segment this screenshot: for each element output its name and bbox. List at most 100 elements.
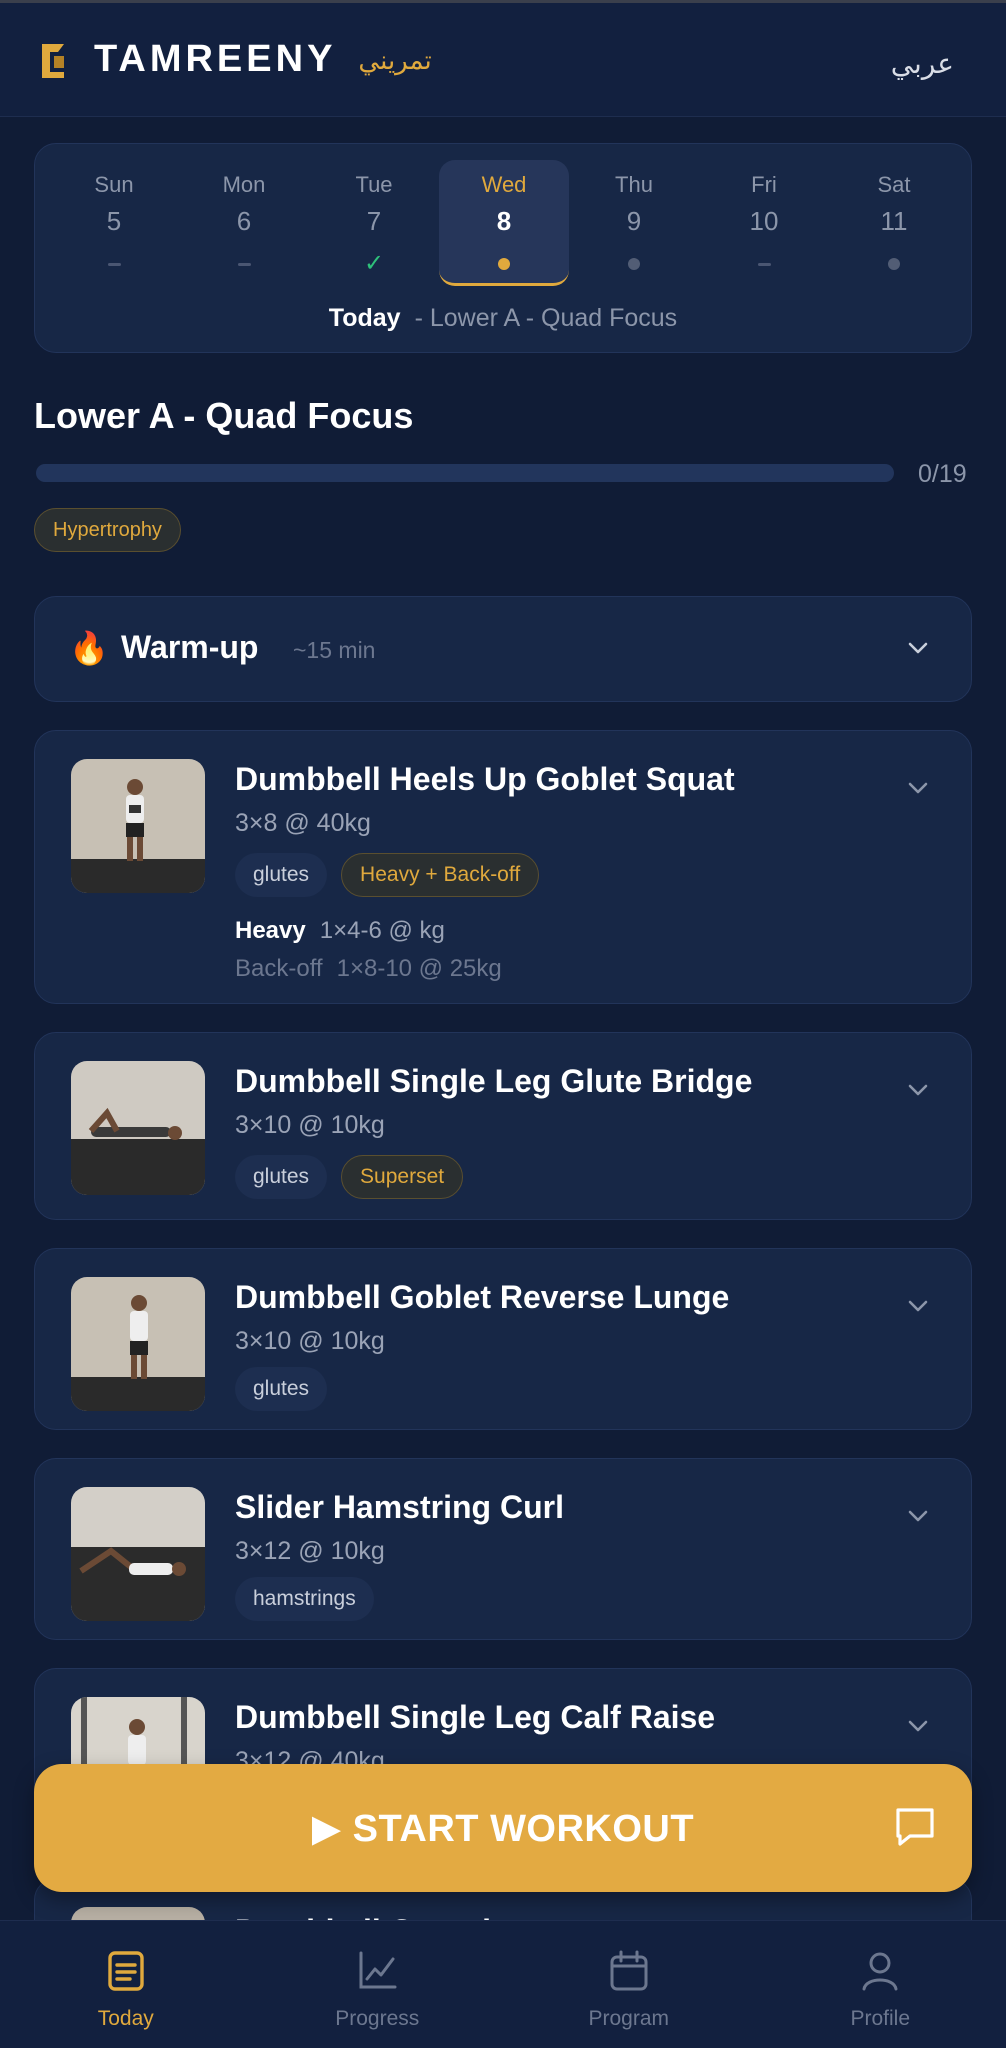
day-date: 6 [236,206,252,236]
heavy-set-line: Heavy 1×4-6 @ kg [235,917,445,945]
today-icon [108,1951,144,1991]
chevron-down-icon[interactable] [907,1295,929,1317]
day-date: 11 [880,206,908,236]
chevron-down-icon[interactable] [907,1715,929,1737]
checkmark-icon: ✓ [363,250,385,277]
heavy-value: 1×4-6 @ kg [319,917,445,944]
backoff-set-line: Back-off 1×8-10 @ 25kg [235,955,502,983]
exercise-tags: glutes Heavy + Back-off [235,853,540,897]
day-name: Sat [877,172,911,197]
exercise-scheme: 3×12 @ 10kg [235,1537,385,1565]
nav-today[interactable]: Today [0,1921,252,2048]
exercise-tags: glutes Superset [235,1155,464,1199]
nav-profile[interactable]: Profile [755,1921,1006,2048]
set-type-tag: Superset [341,1155,464,1199]
day-status-rest [699,252,829,276]
exercise-scheme: 3×10 @ 10kg [235,1327,385,1355]
warmup-duration: ~15 min [293,637,376,663]
nav-label: Today [97,2007,154,2030]
day-wed[interactable]: Wed 8 [439,160,569,286]
chat-icon[interactable] [892,1804,938,1850]
exercise-thumbnail [71,1277,205,1411]
app-header: TAMREENY تمريني عربي [0,3,1006,117]
muscle-tag: glutes [235,853,328,897]
day-status-scheduled [569,252,699,276]
day-name: Thu [615,172,653,197]
day-date: 10 [749,206,779,236]
warmup-label: Warm-up [121,629,259,665]
day-tue[interactable]: Tue 7 ✓ [309,160,439,286]
start-workout-button[interactable]: ▶ START WORKOUT [34,1764,972,1892]
backoff-value: 1×8-10 @ 25kg [336,955,502,982]
brand-name-arabic: تمريني [358,45,432,75]
exercise-card[interactable]: Dumbbell Heels Up Goblet Squat 3×8 @ 40k… [34,730,972,1004]
day-name: Fri [751,172,777,197]
exercise-card[interactable]: Dumbbell Single Leg Glute Bridge 3×10 @ … [34,1032,972,1220]
week-calendar: Sun 5 Mon 6 Tue 7 ✓ Wed 8 Thu 9 Fri 10 S… [34,143,972,353]
exercise-thumbnail [71,759,205,893]
backoff-label: Back-off [235,955,323,982]
day-sat[interactable]: Sat 11 [829,160,959,286]
exercise-thumbnail [71,1061,205,1195]
language-toggle[interactable]: عربي [891,47,954,80]
exercise-name: Dumbbell Goblet Reverse Lunge [235,1279,730,1315]
exercise-name: Dumbbell Single Leg Calf Raise [235,1699,716,1735]
workout-progress-text: 0/19 [918,460,967,488]
user-icon [862,1952,898,1991]
chevron-down-icon[interactable] [907,637,929,659]
day-sun[interactable]: Sun 5 [49,160,179,286]
day-thu[interactable]: Thu 9 [569,160,699,286]
logo-icon [42,43,64,78]
exercise-name: Dumbbell Single Leg Glute Bridge [235,1063,753,1099]
nav-label: Progress [335,2007,420,2030]
day-date: 7 [366,206,382,236]
day-fri[interactable]: Fri 10 [699,160,829,286]
exercise-card[interactable]: Dumbbell Goblet Reverse Lunge 3×10 @ 10k… [34,1248,972,1430]
calendar-icon [610,1950,648,1991]
flame-icon: 🔥 [69,630,109,666]
workout-progress-bar [36,464,894,482]
exercise-name: Slider Hamstring Curl [235,1489,564,1525]
day-name: Tue [355,172,393,197]
day-date: 8 [496,206,512,236]
chevron-down-icon[interactable] [907,1505,929,1527]
chevron-down-icon[interactable] [907,777,929,799]
day-date: 9 [626,206,642,236]
brand-name: TAMREENY [94,38,337,80]
app-screen: TAMREENY تمريني عربي Sun 5 Mon 6 Tue 7 ✓… [0,0,1006,2048]
day-status-rest [179,252,309,276]
exercise-name: Dumbbell Heels Up Goblet Squat [235,761,735,797]
muscle-tag: hamstrings [235,1577,374,1621]
bottom-nav: Today Progress Program Profile [0,1920,1006,2048]
warmup-card[interactable]: 🔥 Warm-up ~15 min [34,596,972,702]
day-date: 5 [106,206,122,236]
muscle-tag: glutes [235,1367,328,1411]
exercise-card[interactable]: Slider Hamstring Curl 3×12 @ 10kg hamstr… [34,1458,972,1640]
nav-progress[interactable]: Progress [252,1921,504,2048]
chart-icon [359,1951,397,1989]
workout-title: Lower A - Quad Focus [34,395,414,436]
today-label: Today [328,304,401,332]
start-workout-label: ▶ START WORKOUT [311,1808,695,1850]
day-mon[interactable]: Mon 6 [179,160,309,286]
set-type-tag: Heavy + Back-off [341,853,540,897]
day-name: Mon [222,172,266,197]
today-workout: - Lower A - Quad Focus [414,304,678,332]
muscle-tag: glutes [235,1155,328,1199]
day-status-rest [49,252,179,276]
day-status-scheduled [829,252,959,276]
chevron-down-icon[interactable] [907,1079,929,1101]
exercise-tags: glutes [235,1367,328,1411]
nav-program[interactable]: Program [503,1921,755,2048]
exercise-thumbnail [71,1487,205,1621]
week-days: Sun 5 Mon 6 Tue 7 ✓ Wed 8 Thu 9 Fri 10 S… [49,160,959,286]
nav-label: Profile [850,2007,911,2030]
goal-tag: Hypertrophy [34,508,181,552]
today-summary: Today - Lower A - Quad Focus [35,304,971,333]
day-name: Wed [481,172,527,197]
heavy-label: Heavy [235,917,306,944]
day-status-done: ✓ [309,252,439,276]
day-status-today [439,252,569,276]
exercise-scheme: 3×8 @ 40kg [235,809,371,837]
nav-label: Program [588,2007,670,2030]
